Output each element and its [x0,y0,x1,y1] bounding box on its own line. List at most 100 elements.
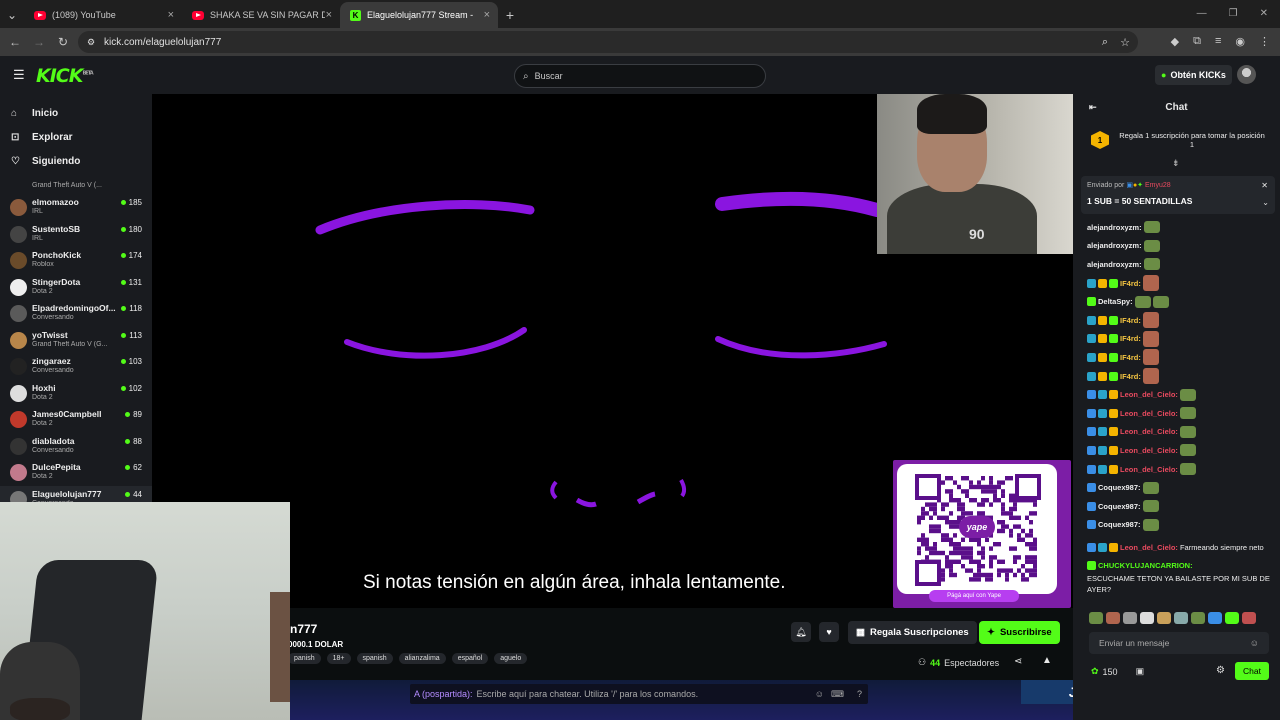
address-bar[interactable]: ⚙ kick.com/elaguelolujan777 ⌕ ☆ [78,31,1138,53]
notification-bell-button[interactable]: 🔔︎ [791,622,811,642]
kebab-menu-icon[interactable]: ⋮ [1259,35,1270,48]
following-item[interactable]: DulcePepita Dota 2 62 [0,459,152,486]
following-item[interactable]: elmomazoo IRL 185 [0,194,152,221]
chat-username[interactable]: alejandroxyzm: [1087,223,1142,232]
emote-icon[interactable] [1191,612,1205,624]
rewards-icon[interactable]: ▣ [1136,666,1145,677]
stream-tag[interactable]: panish [288,653,321,664]
close-window-icon[interactable]: ✕ [1260,8,1268,19]
sidebar-item-inicio[interactable]: ⌂ Inicio [0,101,152,125]
video-player[interactable]: 90 yape Págá aquí con Yape Si notas tens… [152,94,1073,608]
forward-icon[interactable]: → [27,35,51,49]
minimize-icon[interactable]: — [1197,8,1207,19]
viewer-number: 180 [128,224,142,234]
bookmark-star-icon[interactable]: ☆ [1120,36,1130,49]
tab-title: Elaguelolujan777 Stream - [367,10,474,20]
channel-category: Grand Theft Auto V (G... [32,340,108,348]
browser-tab-kick[interactable]: K Elaguelolujan777 Stream - × [340,2,498,28]
following-item[interactable]: PonchoKick Roblox 174 [0,247,152,274]
chat-username[interactable]: IF4rd: [1120,279,1141,288]
pinned-message[interactable]: Enviado por ▣●✦ Emyu28 ✕ 1 SUB = 50 SENT… [1081,176,1275,214]
back-icon[interactable]: ← [3,35,27,49]
follow-heart-button[interactable]: ♥ [819,622,839,642]
get-kicks-button[interactable]: ● Obtén KICKs [1155,65,1232,85]
following-item[interactable]: SustentoSB IRL 180 [0,221,152,248]
reload-icon[interactable]: ↻ [51,35,75,49]
browser-tab-youtube[interactable]: (1089) YouTube × [24,2,182,28]
emote-icon[interactable] [1208,612,1222,624]
emote-icon[interactable] [1225,612,1239,624]
emote-icon[interactable] [1106,612,1120,624]
site-info-icon[interactable]: ⚙ [87,37,95,48]
chat-username[interactable]: alejandroxyzm: [1087,260,1142,269]
media-icon[interactable]: ≡ [1215,35,1221,48]
stream-tag[interactable]: spanish [356,653,393,664]
emote-icon[interactable] [1089,612,1103,624]
chat-username[interactable]: Coquex987: [1098,483,1141,492]
drag-handle-icon[interactable]: ⇟ [1172,158,1180,169]
stream-tag[interactable]: alianzalima [398,653,446,664]
emote-icon[interactable] [1123,612,1137,624]
maximize-icon[interactable]: ❐ [1229,8,1238,19]
stream-tag[interactable]: español [451,653,489,664]
chat-username[interactable]: IF4rd: [1120,372,1141,381]
chat-username[interactable]: IF4rd: [1120,316,1141,325]
sidebar-item-siguiendo[interactable]: ♡ Siguiendo [0,149,152,173]
close-tab-icon[interactable]: × [326,9,332,21]
chat-username[interactable]: Leon_del_Cielo: [1120,409,1178,418]
puzzle-icon[interactable]: ⧉ [1193,35,1201,48]
zoom-icon[interactable]: ⌕ [1102,36,1108,49]
user-avatar[interactable] [1237,65,1256,84]
chat-message-input[interactable]: Enviar un mensaje ☺ [1089,632,1269,654]
following-item[interactable]: James0Campbell Dota 2 89 [0,406,152,433]
chat-username[interactable]: Leon_del_Cielo: [1120,390,1178,399]
chat-username[interactable]: Leon_del_Cielo: [1120,542,1178,553]
report-icon[interactable]: ▲ [1042,655,1052,666]
browser-tab-video[interactable]: SHAKA SE VA SIN PAGAR DE RE × [182,2,340,28]
chat-username[interactable]: Coquex987: [1098,502,1141,511]
chevron-down-icon[interactable]: ⌄ [1262,198,1269,207]
chat-username[interactable]: CHUCKYLUJANCARRION: [1098,560,1193,571]
collapse-chat-icon[interactable]: ⇤ [1089,102,1097,113]
kick-logo[interactable]: KICKBETA [36,65,94,87]
chat-username[interactable]: Coquex987: [1098,520,1141,529]
following-item[interactable]: Hoxhi Dota 2 102 [0,380,152,407]
emoji-picker-icon[interactable]: ☺ [1250,638,1259,648]
send-chat-button[interactable]: Chat [1235,662,1269,680]
following-item[interactable]: StingerDota Dota 2 131 [0,274,152,301]
sidebar-item-explorar[interactable]: ⊡ Explorar [0,125,152,149]
channel-name[interactable]: n777 [290,622,317,636]
chat-settings-icon[interactable]: ⚙ [1216,665,1225,676]
chat-username[interactable]: IF4rd: [1120,334,1141,343]
chat-username[interactable]: IF4rd: [1120,353,1141,362]
following-item[interactable]: yoTwisst Grand Theft Auto V (G... 113 [0,327,152,354]
gift-subs-button[interactable]: ▦ Regala Suscripciones [848,621,977,644]
chat-username[interactable]: DeltaSpy: [1098,297,1133,306]
new-tab-button[interactable]: + [498,2,522,28]
chat-username[interactable]: alejandroxyzm: [1087,241,1142,250]
unpin-icon[interactable]: ✕ [1261,181,1268,190]
chat-username[interactable]: Leon_del_Cielo: [1120,446,1178,455]
following-item[interactable]: zingaraez Conversando 103 [0,353,152,380]
emote-icon[interactable] [1140,612,1154,624]
share-icon[interactable]: ⋖ [1014,656,1022,667]
emote-icon[interactable] [1242,612,1256,624]
extension-icon[interactable]: ◆ [1171,35,1179,48]
following-item[interactable]: diabladota Conversando 88 [0,433,152,460]
gift-leaderboard-banner[interactable]: 1 Regala 1 suscripción para tomar la pos… [1081,124,1276,156]
profile-icon[interactable]: ◉ [1235,35,1245,48]
following-item[interactable]: ElpadredomingoOf... Conversando 118 [0,300,152,327]
emote-icon[interactable] [1157,612,1171,624]
chat-username[interactable]: Leon_del_Cielo: [1120,465,1178,474]
tab-list-chevron-icon[interactable]: ⌄ [0,2,24,28]
emote-icon[interactable] [1174,612,1188,624]
subscribe-button[interactable]: ✦ Suscribirse [979,621,1060,644]
close-tab-icon[interactable]: × [484,9,490,21]
hamburger-icon[interactable]: ☰ [13,67,25,83]
stream-tag[interactable]: 18+ [326,653,351,664]
close-tab-icon[interactable]: × [168,9,174,21]
stream-tag[interactable]: aguelo [494,653,528,664]
chat-username[interactable]: Leon_del_Cielo: [1120,427,1178,436]
search-input[interactable]: ⌕ Buscar [514,64,766,88]
channel-points[interactable]: ✿ 150 ▣ [1091,666,1144,677]
